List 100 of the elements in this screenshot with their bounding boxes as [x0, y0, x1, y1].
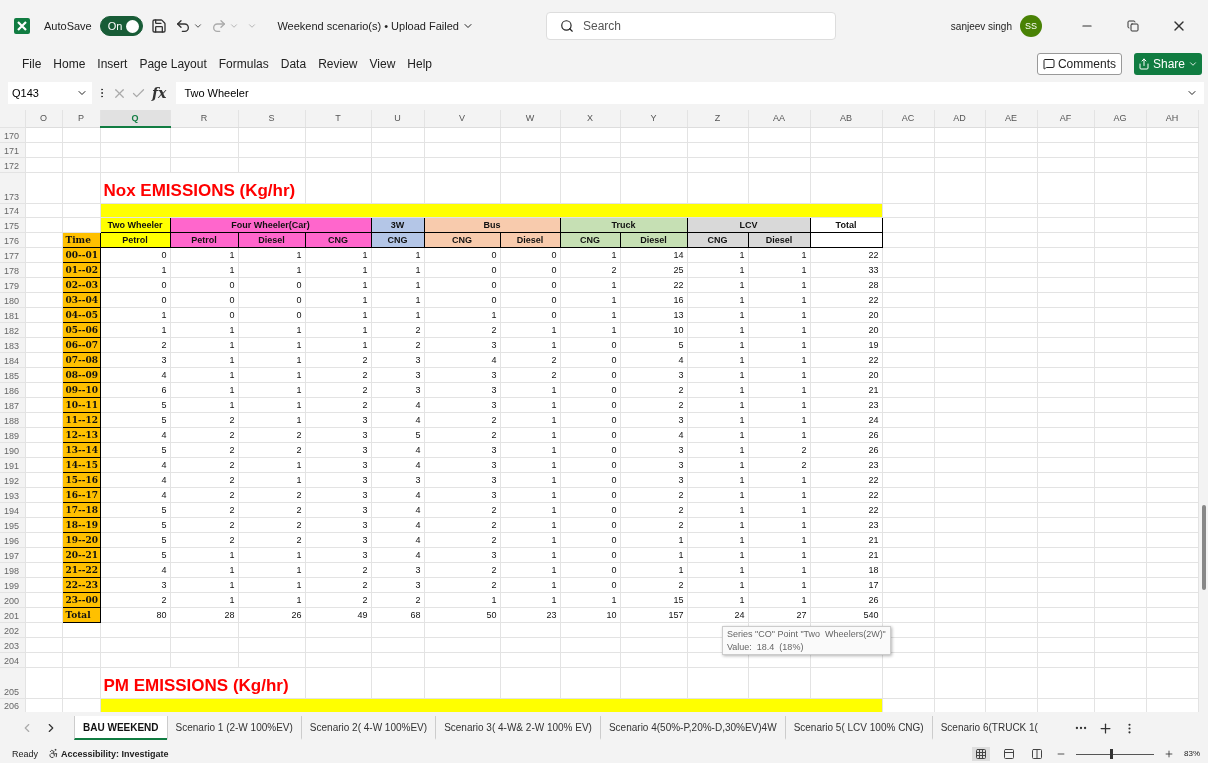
table-cell: 1 — [170, 337, 238, 352]
table-cell: 19 — [810, 337, 882, 352]
table-cell: 0 — [170, 307, 238, 322]
table-cell: 3 — [305, 487, 371, 502]
slider-thumb[interactable] — [1110, 748, 1114, 759]
table-cell: 2 — [371, 592, 424, 607]
user-avatar[interactable]: SS — [1020, 15, 1042, 37]
column-header[interactable]: Z — [687, 110, 748, 127]
table-cell: 3 — [371, 367, 424, 382]
table-cell: 0 — [560, 457, 620, 472]
column-header[interactable]: W — [500, 110, 560, 127]
menu-tab[interactable]: Formulas — [218, 57, 269, 71]
menu-tab[interactable]: View — [369, 57, 396, 71]
column-header[interactable]: AF — [1037, 110, 1094, 127]
table-cell: 4 — [371, 547, 424, 562]
grid-view-icon[interactable] — [972, 746, 990, 761]
comments-button[interactable]: Comments — [1036, 53, 1122, 75]
column-header[interactable]: U — [371, 110, 424, 127]
column-header[interactable]: O — [25, 110, 62, 127]
menu-tab[interactable]: Home — [53, 57, 86, 71]
zoom-slider[interactable] — [1076, 748, 1154, 759]
table-cell: 1 — [687, 352, 748, 367]
table-cell: 1 — [500, 397, 560, 412]
table-cell: 2 — [424, 517, 500, 532]
sheet-tab[interactable]: Scenario 3( 4-W& 2-W 100% EV) — [435, 716, 600, 740]
column-header[interactable]: AE — [985, 110, 1037, 127]
table-cell: 1 — [748, 487, 810, 502]
table-cell: 0 — [560, 577, 620, 592]
table-cell: 20 — [810, 322, 882, 337]
table-cell: 0 — [500, 247, 560, 262]
sheet-tab[interactable]: BAU WEEKEND — [74, 716, 167, 740]
column-header[interactable]: AG — [1094, 110, 1146, 127]
table-cell: 2 — [305, 562, 371, 577]
undo-icon[interactable] — [175, 18, 192, 34]
table-cell: 5 — [100, 397, 170, 412]
share-button[interactable]: Share — [1133, 53, 1202, 75]
document-title[interactable]: Weekend scenario(s) • Upload Failed — [277, 20, 474, 32]
column-header[interactable]: AH — [1146, 110, 1198, 127]
table-cell: 4 — [371, 397, 424, 412]
accessibility-icon[interactable] — [48, 748, 59, 759]
column-header[interactable]: S — [238, 110, 305, 127]
menu-tab[interactable]: Insert — [97, 57, 128, 71]
table-cell: 0 — [170, 292, 238, 307]
sheet-tab[interactable]: Scenario 1 (2-W 100%EV) — [166, 716, 301, 740]
table-cell: 1 — [170, 382, 238, 397]
table-cell: 1 — [238, 397, 305, 412]
chevron-down-icon[interactable] — [193, 21, 204, 31]
sheet-tab[interactable]: Scenario 5( LCV 100% CNG) — [784, 716, 932, 740]
sheet-tab[interactable]: Scenario 6(TRUCK 1( — [931, 716, 1046, 740]
column-header[interactable]: P — [62, 110, 100, 127]
save-icon[interactable] — [151, 18, 168, 34]
sheet-tab[interactable]: Scenario 2( 4-W 100%EV) — [300, 716, 436, 740]
table-cell: 5 — [100, 442, 170, 457]
accessibility-status[interactable]: Accessibility: Investigate — [61, 748, 169, 759]
column-header[interactable]: Y — [620, 110, 687, 127]
table-cell: 1 — [500, 562, 560, 577]
row-number[interactable]: 205 — [0, 667, 25, 698]
column-header[interactable]: AB — [810, 110, 882, 127]
autosave-toggle[interactable]: On — [99, 16, 144, 36]
column-header[interactable]: AD — [934, 110, 985, 127]
table-cell: 0 — [238, 292, 305, 307]
table-cell: 1 — [170, 262, 238, 277]
spreadsheet-icon[interactable] — [14, 18, 30, 34]
column-header[interactable]: X — [560, 110, 620, 127]
table-cell: 1 — [238, 322, 305, 337]
add-sheet-icon[interactable] — [1098, 720, 1113, 736]
sheet-tab[interactable]: Scenario 4(50%-P,20%-D,30%EV)4W — [599, 716, 785, 740]
menu-tab[interactable]: File — [22, 57, 42, 71]
column-header[interactable]: R — [170, 110, 238, 127]
table-cell: 1 — [560, 322, 620, 337]
table-cell: 2 — [170, 472, 238, 487]
table-cell: 1 — [748, 367, 810, 382]
row-number[interactable]: 173 — [0, 172, 25, 203]
column-header[interactable]: T — [305, 110, 371, 127]
table-cell: 0 — [170, 277, 238, 292]
table-cell: 17 — [810, 577, 882, 592]
table-cell: 1 — [100, 262, 170, 277]
menu-tab[interactable]: Page Layout — [139, 57, 207, 71]
menu-tab[interactable]: Data — [280, 57, 307, 71]
table-cell: 1 — [100, 307, 170, 322]
table-cell: 0 — [560, 487, 620, 502]
table-cell: 1 — [748, 337, 810, 352]
zoom-in-icon[interactable] — [1164, 748, 1174, 759]
insert-function-button[interactable]: fx — [152, 85, 167, 101]
search-field[interactable]: Search — [545, 12, 836, 40]
column-header[interactable]: Q — [100, 110, 170, 127]
column-header[interactable]: V — [424, 110, 500, 127]
table-cell: 2 — [170, 532, 238, 547]
table-cell: 1 — [500, 502, 560, 517]
menu-tab[interactable]: Review — [318, 57, 358, 71]
formula-field[interactable]: Two Wheeler — [176, 82, 1204, 104]
name-box[interactable]: Q143 — [8, 82, 92, 104]
column-header[interactable]: AA — [748, 110, 810, 127]
table-cell: 2 — [424, 577, 500, 592]
table-cell: 1 — [748, 307, 810, 322]
column-header[interactable]: AC — [882, 110, 934, 127]
zoom-level[interactable]: 83% — [1184, 749, 1200, 758]
table-cell: 23 — [810, 397, 882, 412]
table-cell: 1 — [238, 262, 305, 277]
menu-tab[interactable]: Help — [407, 57, 432, 71]
